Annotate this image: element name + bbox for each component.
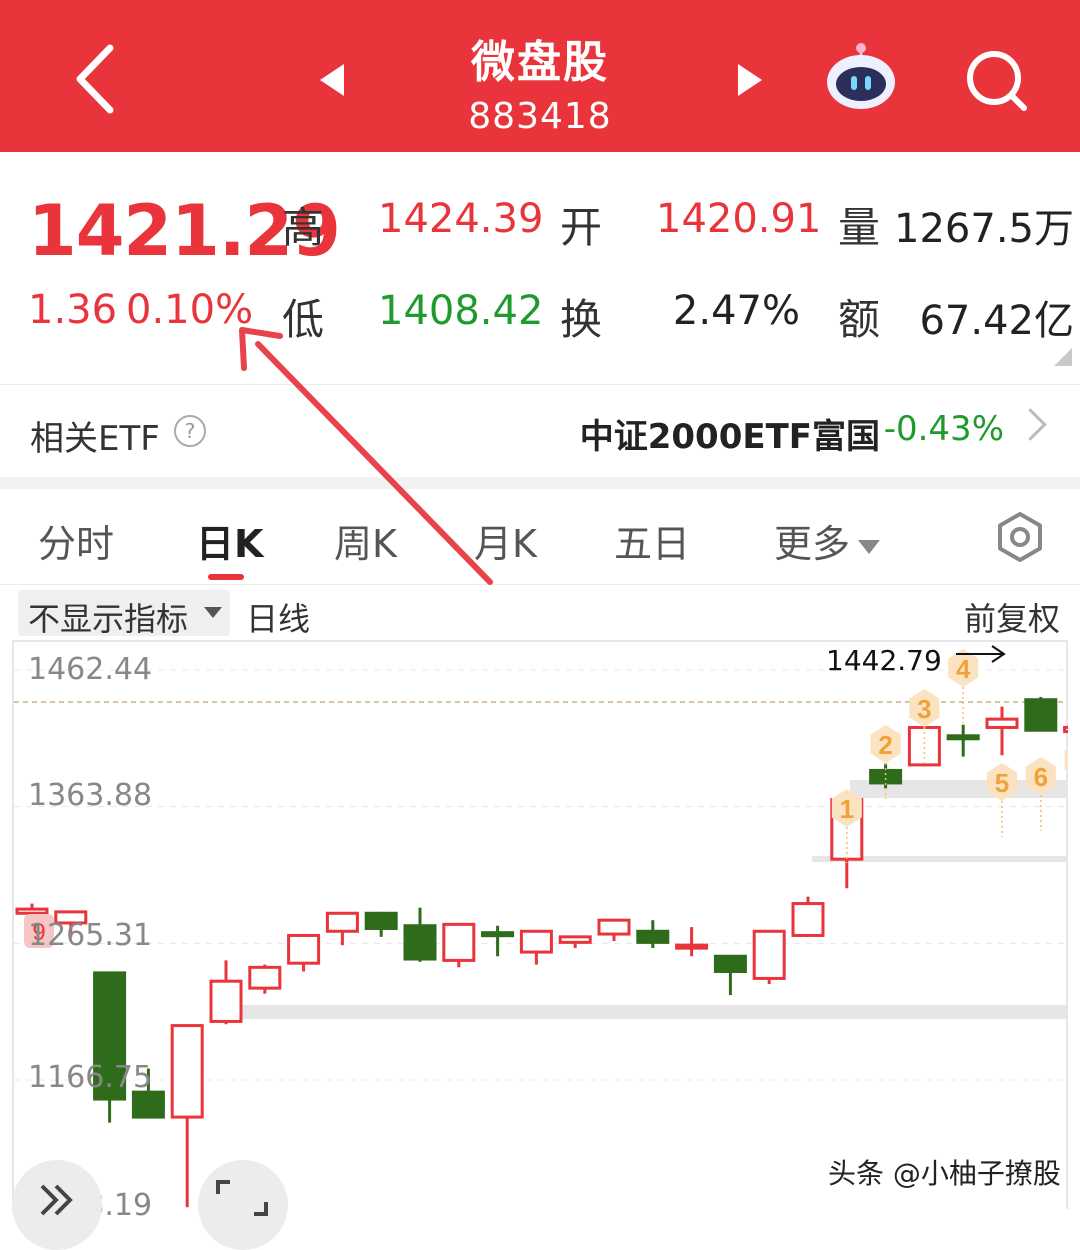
candle-body: [209, 979, 243, 1023]
open-value: 1420.91: [656, 196, 822, 242]
y-tick-label: 1265.31: [28, 918, 153, 953]
watermark: 头条 @小柚子撩股: [828, 1157, 1061, 1190]
candle-body: [636, 929, 670, 944]
next-stock-icon[interactable]: [734, 62, 764, 98]
tab-weekly-k[interactable]: 周K: [334, 513, 397, 568]
max-price-label: 1442.79: [826, 644, 942, 677]
signal-marker-label: 4: [956, 654, 971, 684]
tab-intraday[interactable]: 分时: [38, 513, 114, 568]
candle-body: [403, 924, 437, 961]
candle-body: [1063, 725, 1068, 734]
candle-body: [869, 768, 903, 785]
turnover-value: 2.47%: [672, 288, 800, 334]
candle-body: [597, 918, 631, 936]
y-tick-label: 1462.44: [28, 652, 153, 687]
expand-left-button[interactable]: [12, 1160, 102, 1250]
candle-body: [442, 922, 476, 962]
settings-hexagon-icon[interactable]: [994, 511, 1046, 563]
tab-five-day[interactable]: 五日: [614, 513, 690, 568]
y-tick-label: 1166.75: [28, 1060, 153, 1095]
candle-body: [481, 931, 515, 938]
quote-panel: 1421.29 1.36 0.10% 高 1424.39 开 1420.91 量…: [0, 152, 1080, 384]
price-change: 1.36: [28, 287, 118, 333]
tab-more-label: 更多: [774, 522, 851, 566]
chevron-right-icon: [1014, 408, 1047, 441]
high-label: 高: [282, 203, 325, 252]
signal-marker-label: 1: [840, 794, 854, 824]
candle-body: [15, 907, 49, 915]
etf-label: 相关ETF: [30, 419, 160, 459]
candle-body: [325, 911, 359, 933]
price-change-pct: 0.10%: [126, 287, 254, 333]
candle-body: [675, 943, 709, 950]
page-title: 微盘股: [471, 37, 609, 88]
y-tick-label: 1363.88: [28, 778, 153, 813]
search-icon[interactable]: [964, 48, 1030, 114]
candle-body: [131, 1090, 165, 1119]
tab-monthly-k[interactable]: 月K: [474, 513, 537, 568]
section-gap: [0, 477, 1080, 489]
tab-daily-k[interactable]: 日K: [196, 513, 263, 568]
top-bar: 微盘股 883418: [0, 0, 1080, 152]
signal-marker-label: 6: [1034, 762, 1048, 792]
candle-body: [985, 717, 1019, 729]
candle-body: [713, 954, 747, 973]
amount-label: 额: [838, 295, 881, 344]
kline-svg: 123456789: [12, 640, 1068, 1209]
candle-body: [752, 929, 786, 980]
low-label: 低: [282, 295, 325, 344]
stock-code: 883418: [468, 96, 612, 137]
signal-marker-label: 3: [917, 694, 931, 724]
volume-label: 量: [838, 203, 881, 252]
candle-body: [558, 935, 592, 944]
low-value: 1408.42: [378, 288, 544, 334]
active-tab-indicator: [208, 574, 244, 580]
adjust-mode[interactable]: 前复权: [964, 594, 1060, 640]
fullscreen-button[interactable]: [198, 1160, 288, 1250]
candle-body: [170, 1024, 204, 1119]
signal-marker[interactable]: 3: [909, 689, 940, 727]
help-icon[interactable]: ?: [174, 415, 206, 447]
dropdown-icon: [204, 607, 222, 618]
candle-body: [1024, 698, 1058, 732]
tab-more[interactable]: 更多: [774, 513, 881, 568]
expand-corner-icon[interactable]: [1054, 348, 1072, 366]
kline-chart[interactable]: 123456789 1462.44 1363.88 1265.31 1166.7…: [12, 640, 1068, 1223]
indicator-select-label: 不显示指标: [28, 600, 189, 638]
candle-body: [364, 911, 398, 931]
period-label: 日线: [246, 600, 311, 638]
etf-change-pct: -0.43%: [883, 409, 1004, 449]
robot-assistant-icon[interactable]: [822, 40, 900, 112]
high-value: 1424.39: [378, 196, 544, 242]
indicator-select[interactable]: 不显示指标: [18, 590, 230, 638]
related-etf-row[interactable]: 相关ETF ? 中证2000ETF富国 -0.43%: [0, 385, 1080, 477]
candle-body: [791, 902, 825, 937]
signal-marker[interactable]: 2: [870, 725, 901, 763]
signal-marker-label: 5: [995, 768, 1009, 798]
signal-marker-label: 2: [878, 730, 892, 760]
volume-value: 1267.5万: [894, 206, 1074, 252]
period-tabs: 分时 日K 周K 月K 五日 更多: [0, 489, 1080, 585]
amount-value: 67.42亿: [919, 298, 1074, 344]
turnover-label: 换: [560, 295, 603, 344]
caret-down-icon: [858, 539, 881, 554]
fullscreen-icon: [216, 1180, 268, 1216]
candle-body: [248, 965, 282, 990]
candle-body: [946, 734, 980, 741]
candle-body: [287, 933, 321, 965]
candle-body: [519, 929, 553, 954]
open-label: 开: [560, 203, 603, 252]
support-band: [228, 1005, 1068, 1019]
double-chevron-icon: [40, 1184, 73, 1216]
etf-name: 中证2000ETF富国: [579, 417, 880, 457]
